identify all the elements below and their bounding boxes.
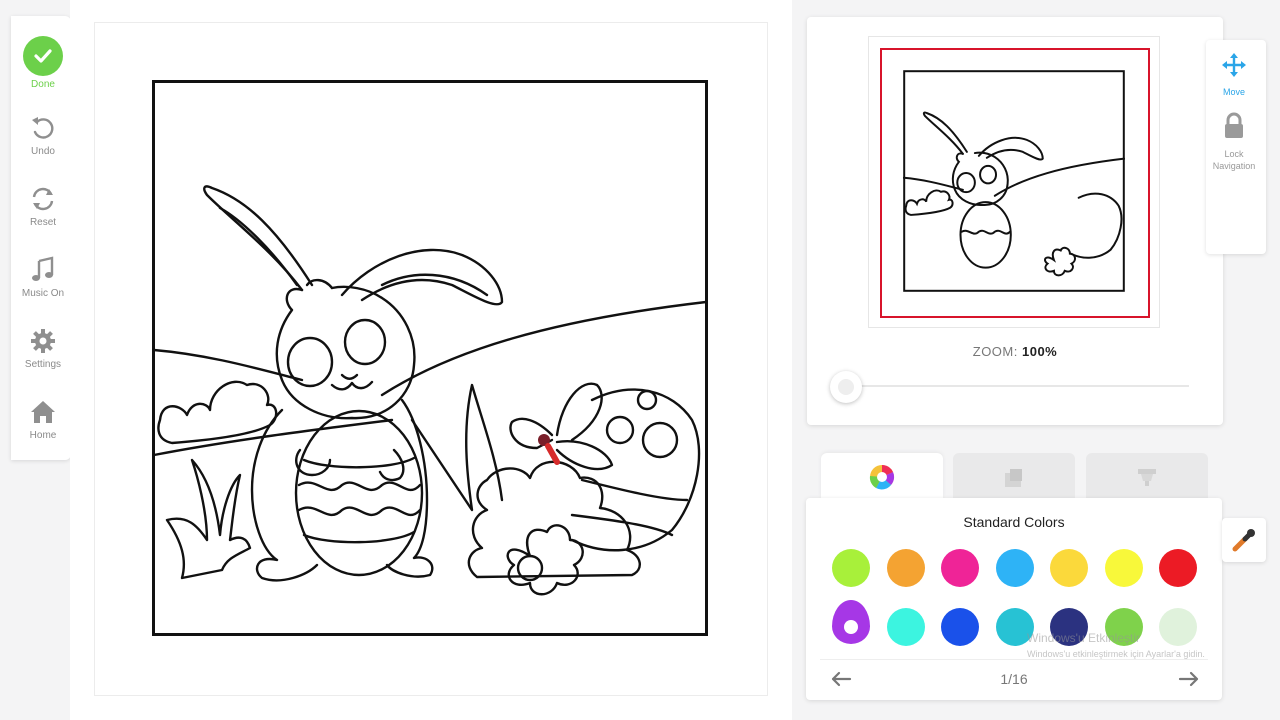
texture-icon (1005, 469, 1022, 487)
gear-icon (31, 329, 55, 353)
undo-icon (32, 117, 54, 139)
color-palette: Standard Colors 1/16 (806, 498, 1222, 700)
color-swatch[interactable] (1050, 549, 1088, 587)
lock-label-1: Lock (1224, 149, 1244, 159)
coloring-page[interactable] (152, 80, 708, 636)
color-swatch[interactable] (1159, 549, 1197, 587)
reset-label: Reset (29, 217, 57, 228)
selected-indicator (844, 620, 858, 634)
windows-activation-watermark: Windows'u Etkinleştir Windows'u etkinleş… (1027, 630, 1205, 662)
undo-button[interactable]: Undo (11, 113, 75, 157)
color-swatch[interactable] (941, 608, 979, 646)
lock-icon (1225, 112, 1243, 138)
navigator-thumbnail[interactable] (868, 36, 1160, 328)
move-button[interactable]: Move (1206, 52, 1262, 98)
tab-effects[interactable] (1086, 453, 1208, 499)
left-toolbar: Done Undo Reset Music On Settings Home (11, 16, 71, 460)
zoom-readout: ZOOM: 100% (807, 344, 1223, 359)
preview-panel: ZOOM: 100% (807, 17, 1223, 425)
drawing-area (70, 0, 792, 720)
music-toggle[interactable]: Music On (11, 255, 75, 299)
check-icon (23, 36, 63, 76)
tab-colors[interactable] (821, 453, 943, 499)
move-label: Move (1222, 87, 1245, 97)
color-swatch[interactable] (1104, 549, 1143, 587)
done-button[interactable]: Done (11, 36, 75, 90)
color-swatch[interactable] (886, 608, 925, 646)
tab-textures[interactable] (953, 453, 1075, 499)
color-wheel-icon (869, 464, 895, 490)
color-swatch[interactable] (995, 549, 1034, 587)
zoom-label-text: ZOOM: (972, 344, 1018, 359)
next-page-arrow-icon[interactable] (1178, 670, 1200, 688)
reset-icon (32, 187, 54, 211)
watermark-line-1: Windows'u Etkinleştir (1027, 631, 1140, 645)
color-swatch[interactable] (886, 549, 925, 587)
home-button[interactable]: Home (11, 397, 75, 441)
settings-button[interactable]: Settings (11, 326, 75, 370)
settings-label: Settings (24, 359, 62, 370)
reset-button[interactable]: Reset (11, 184, 75, 228)
thumbnail-art (903, 70, 1125, 292)
music-note-icon (32, 256, 54, 281)
color-swatch[interactable] (832, 600, 870, 644)
music-label: Music On (21, 288, 65, 299)
palette-page-indicator: 1/16 (1000, 671, 1028, 687)
done-label: Done (31, 79, 55, 90)
zoom-value: 100% (1021, 344, 1058, 359)
palette-title: Standard Colors (963, 514, 1065, 530)
zoom-slider-track[interactable] (849, 385, 1189, 387)
move-arrows-icon (1222, 53, 1246, 77)
color-swatch[interactable] (941, 549, 979, 587)
eyedropper-button[interactable] (1222, 518, 1266, 562)
home-label: Home (29, 430, 57, 441)
zoom-slider-handle[interactable] (830, 371, 862, 403)
undo-label: Undo (31, 146, 55, 157)
eyedropper-icon (1232, 529, 1255, 552)
paint-bucket-icon (1138, 469, 1156, 486)
navigation-tools: Move Lock Navigation (1206, 40, 1266, 254)
watermark-line-2: Windows'u etkinleştirmek için Ayarlar'a … (1027, 649, 1205, 659)
color-swatch[interactable] (832, 549, 870, 587)
lock-navigation-button[interactable]: Lock Navigation (1206, 112, 1262, 172)
lock-label-2: Navigation (1212, 161, 1256, 171)
home-icon (31, 401, 55, 423)
